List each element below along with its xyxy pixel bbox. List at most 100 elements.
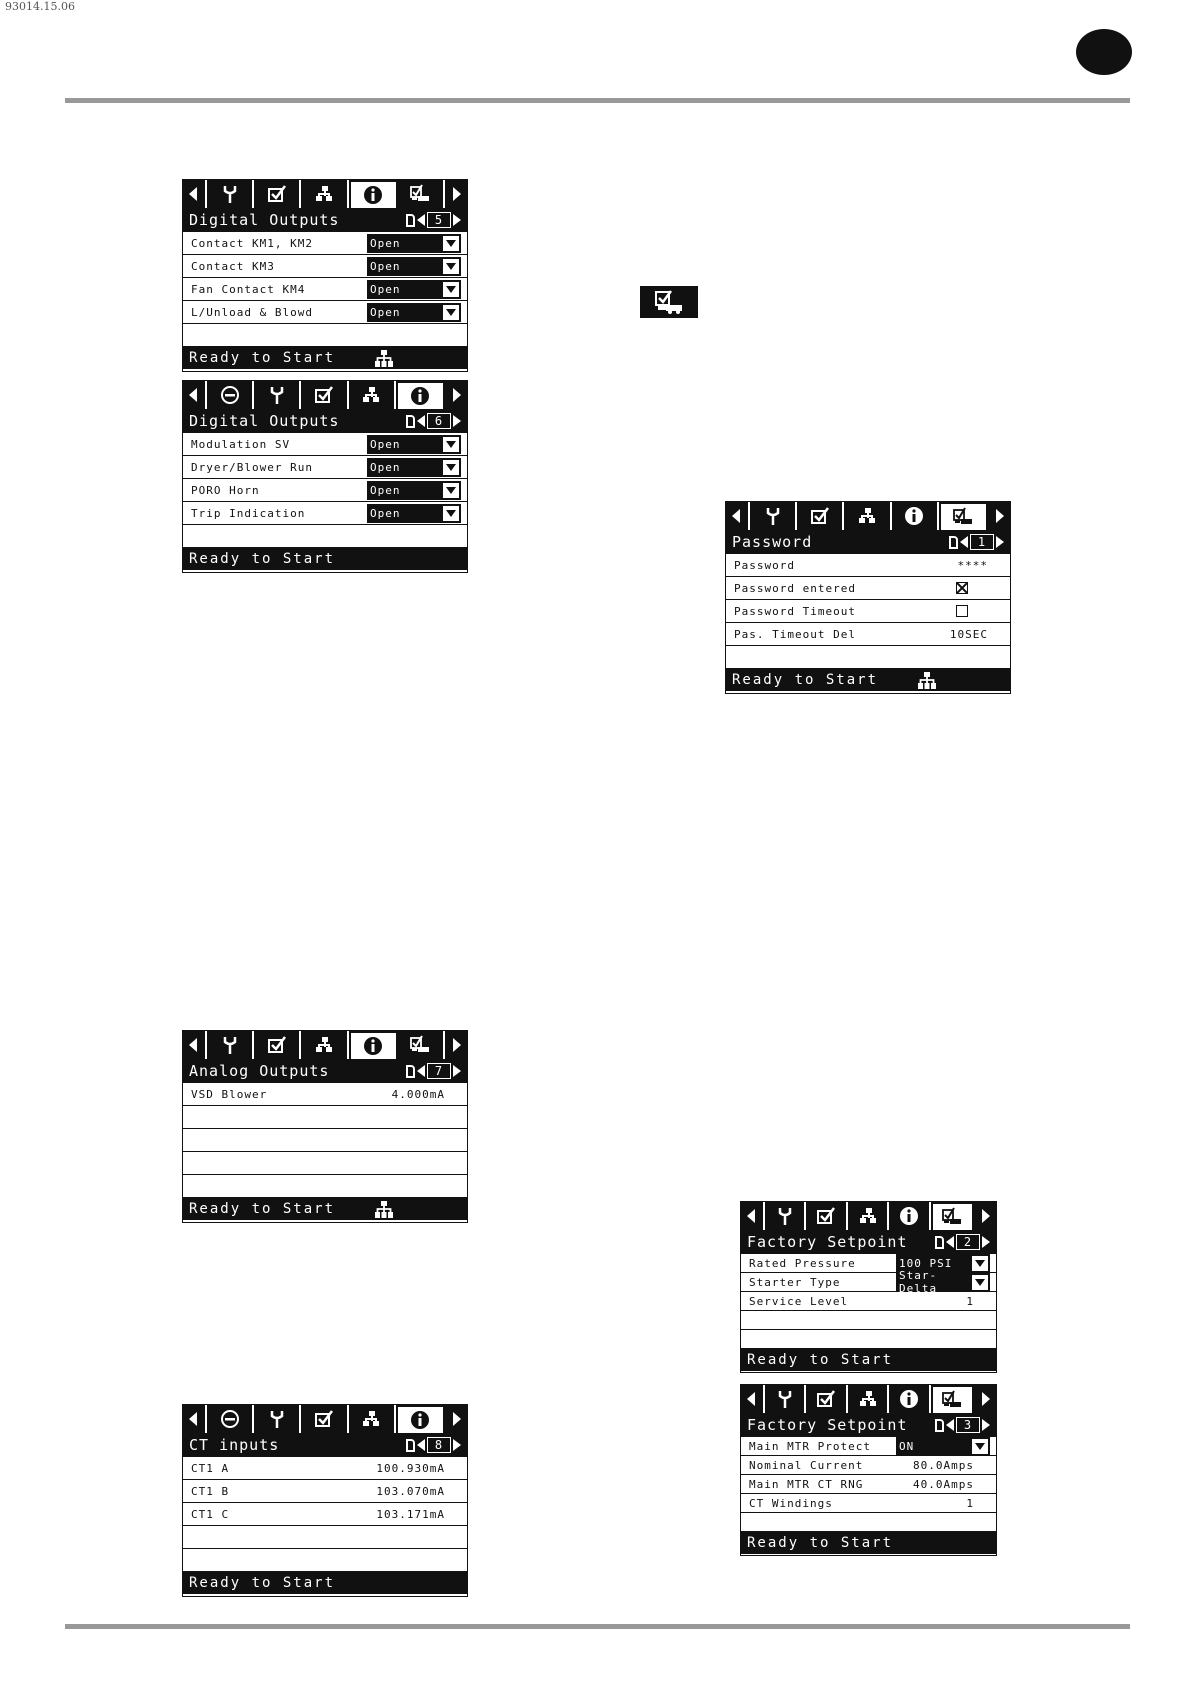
- tab-wrench[interactable]: [207, 1031, 255, 1059]
- parameter-dropdown[interactable]: Open: [367, 503, 461, 523]
- parameter-dropdown[interactable]: Open: [367, 233, 461, 253]
- parameter-checkbox[interactable]: [956, 582, 968, 594]
- password-tab-icon-standalone: [640, 286, 698, 318]
- page-selector[interactable]: 8: [406, 1437, 461, 1453]
- tab-info[interactable]: [348, 180, 398, 208]
- page-prev-icon[interactable]: [417, 1439, 425, 1451]
- parameter-dropdown[interactable]: Open: [367, 256, 461, 276]
- parameter-dropdown[interactable]: ON: [896, 1436, 990, 1456]
- page-next-icon[interactable]: [982, 1419, 990, 1431]
- page-selector[interactable]: 2: [935, 1234, 990, 1250]
- tab-wrench[interactable]: [765, 1202, 807, 1230]
- tab-password[interactable]: [930, 1385, 975, 1413]
- tab-right-arrow[interactable]: [988, 502, 1011, 530]
- chevron-down-icon[interactable]: [443, 459, 459, 475]
- tab-password[interactable]: [930, 1202, 975, 1230]
- tab-stop[interactable]: [207, 381, 255, 409]
- parameter-dropdown[interactable]: Star-Delta: [896, 1269, 990, 1295]
- tab-network[interactable]: [301, 1031, 349, 1059]
- chevron-down-icon[interactable]: [972, 1438, 988, 1454]
- page-next-icon[interactable]: [453, 1439, 461, 1451]
- tab-wrench[interactable]: [207, 180, 255, 208]
- chevron-down-icon[interactable]: [443, 505, 459, 521]
- screen-title-bar: Factory Setpoint 2: [741, 1230, 996, 1254]
- tab-left-arrow[interactable]: [183, 180, 207, 208]
- tab-password[interactable]: [397, 180, 446, 208]
- tab-checkbox[interactable]: [254, 180, 302, 208]
- tab-checkbox[interactable]: [254, 1031, 302, 1059]
- checkbox-icon: [266, 184, 288, 204]
- chevron-down-icon[interactable]: [443, 258, 459, 274]
- tab-network[interactable]: [348, 381, 396, 409]
- tab-network[interactable]: [844, 502, 892, 530]
- tab-left-arrow[interactable]: [183, 1031, 207, 1059]
- tab-info[interactable]: [889, 1385, 931, 1413]
- tab-network[interactable]: [348, 1405, 396, 1433]
- tab-password[interactable]: [397, 1031, 446, 1059]
- tab-info[interactable]: [889, 1202, 931, 1230]
- tab-info[interactable]: [891, 502, 939, 530]
- tab-info[interactable]: [395, 1405, 446, 1433]
- tab-left-arrow[interactable]: [183, 1405, 207, 1433]
- tab-right-arrow[interactable]: [445, 1031, 468, 1059]
- page-prev-icon[interactable]: [417, 1065, 425, 1077]
- chevron-down-icon[interactable]: [972, 1255, 988, 1271]
- tab-stop[interactable]: [207, 1405, 255, 1433]
- tab-left-arrow[interactable]: [741, 1202, 765, 1230]
- chevron-down-icon[interactable]: [972, 1274, 988, 1290]
- tab-checkbox[interactable]: [806, 1202, 848, 1230]
- page-next-icon[interactable]: [982, 1236, 990, 1248]
- tab-wrench[interactable]: [765, 1385, 807, 1413]
- parameter-label: Pas. Timeout Del: [734, 627, 856, 641]
- tab-right-arrow[interactable]: [445, 1405, 468, 1433]
- chevron-down-icon[interactable]: [443, 482, 459, 498]
- chevron-down-icon[interactable]: [443, 304, 459, 320]
- page-prev-icon[interactable]: [946, 1236, 954, 1248]
- page-next-icon[interactable]: [453, 415, 461, 427]
- page-prev-icon[interactable]: [417, 415, 425, 427]
- parameter-label: Password Timeout: [734, 604, 856, 618]
- tab-info[interactable]: [348, 1031, 398, 1059]
- page-selector[interactable]: 6: [406, 413, 461, 429]
- tab-wrench[interactable]: [254, 381, 302, 409]
- page-selector[interactable]: 3: [935, 1417, 990, 1433]
- tab-info[interactable]: [395, 381, 446, 409]
- page-selector[interactable]: 5: [406, 212, 461, 228]
- tab-checkbox[interactable]: [301, 381, 349, 409]
- parameter-dropdown[interactable]: Open: [367, 302, 461, 322]
- chevron-down-icon[interactable]: [443, 235, 459, 251]
- parameter-dropdown[interactable]: Open: [367, 279, 461, 299]
- page-next-icon[interactable]: [453, 1065, 461, 1077]
- tab-wrench[interactable]: [254, 1405, 302, 1433]
- tab-network[interactable]: [847, 1385, 890, 1413]
- parameter-dropdown[interactable]: Open: [367, 457, 461, 477]
- page-next-icon[interactable]: [453, 214, 461, 226]
- tab-right-arrow[interactable]: [974, 1385, 997, 1413]
- tab-network[interactable]: [847, 1202, 890, 1230]
- parameter-label: VSD Blower: [191, 1087, 268, 1101]
- page-prev-icon[interactable]: [960, 536, 968, 548]
- tab-right-arrow[interactable]: [974, 1202, 997, 1230]
- tab-checkbox[interactable]: [301, 1405, 349, 1433]
- tab-right-arrow[interactable]: [445, 180, 468, 208]
- tab-wrench[interactable]: [750, 502, 798, 530]
- tab-left-arrow[interactable]: [726, 502, 750, 530]
- parameter-dropdown[interactable]: Open: [367, 480, 461, 500]
- page-next-icon[interactable]: [996, 536, 1004, 548]
- page-selector[interactable]: 7: [406, 1063, 461, 1079]
- page-prev-icon[interactable]: [946, 1419, 954, 1431]
- tab-checkbox[interactable]: [806, 1385, 848, 1413]
- chevron-down-icon[interactable]: [443, 281, 459, 297]
- chevron-down-icon[interactable]: [443, 436, 459, 452]
- page-prev-icon[interactable]: [417, 214, 425, 226]
- tab-checkbox[interactable]: [797, 502, 845, 530]
- parameter-checkbox[interactable]: [956, 605, 968, 617]
- tab-password[interactable]: [938, 502, 989, 530]
- status-bar: Ready to Start: [741, 1532, 996, 1554]
- parameter-dropdown[interactable]: Open: [367, 434, 461, 454]
- tab-left-arrow[interactable]: [741, 1385, 765, 1413]
- tab-left-arrow[interactable]: [183, 381, 207, 409]
- tab-network[interactable]: [301, 180, 349, 208]
- page-selector[interactable]: 1: [949, 534, 1004, 550]
- tab-right-arrow[interactable]: [445, 381, 468, 409]
